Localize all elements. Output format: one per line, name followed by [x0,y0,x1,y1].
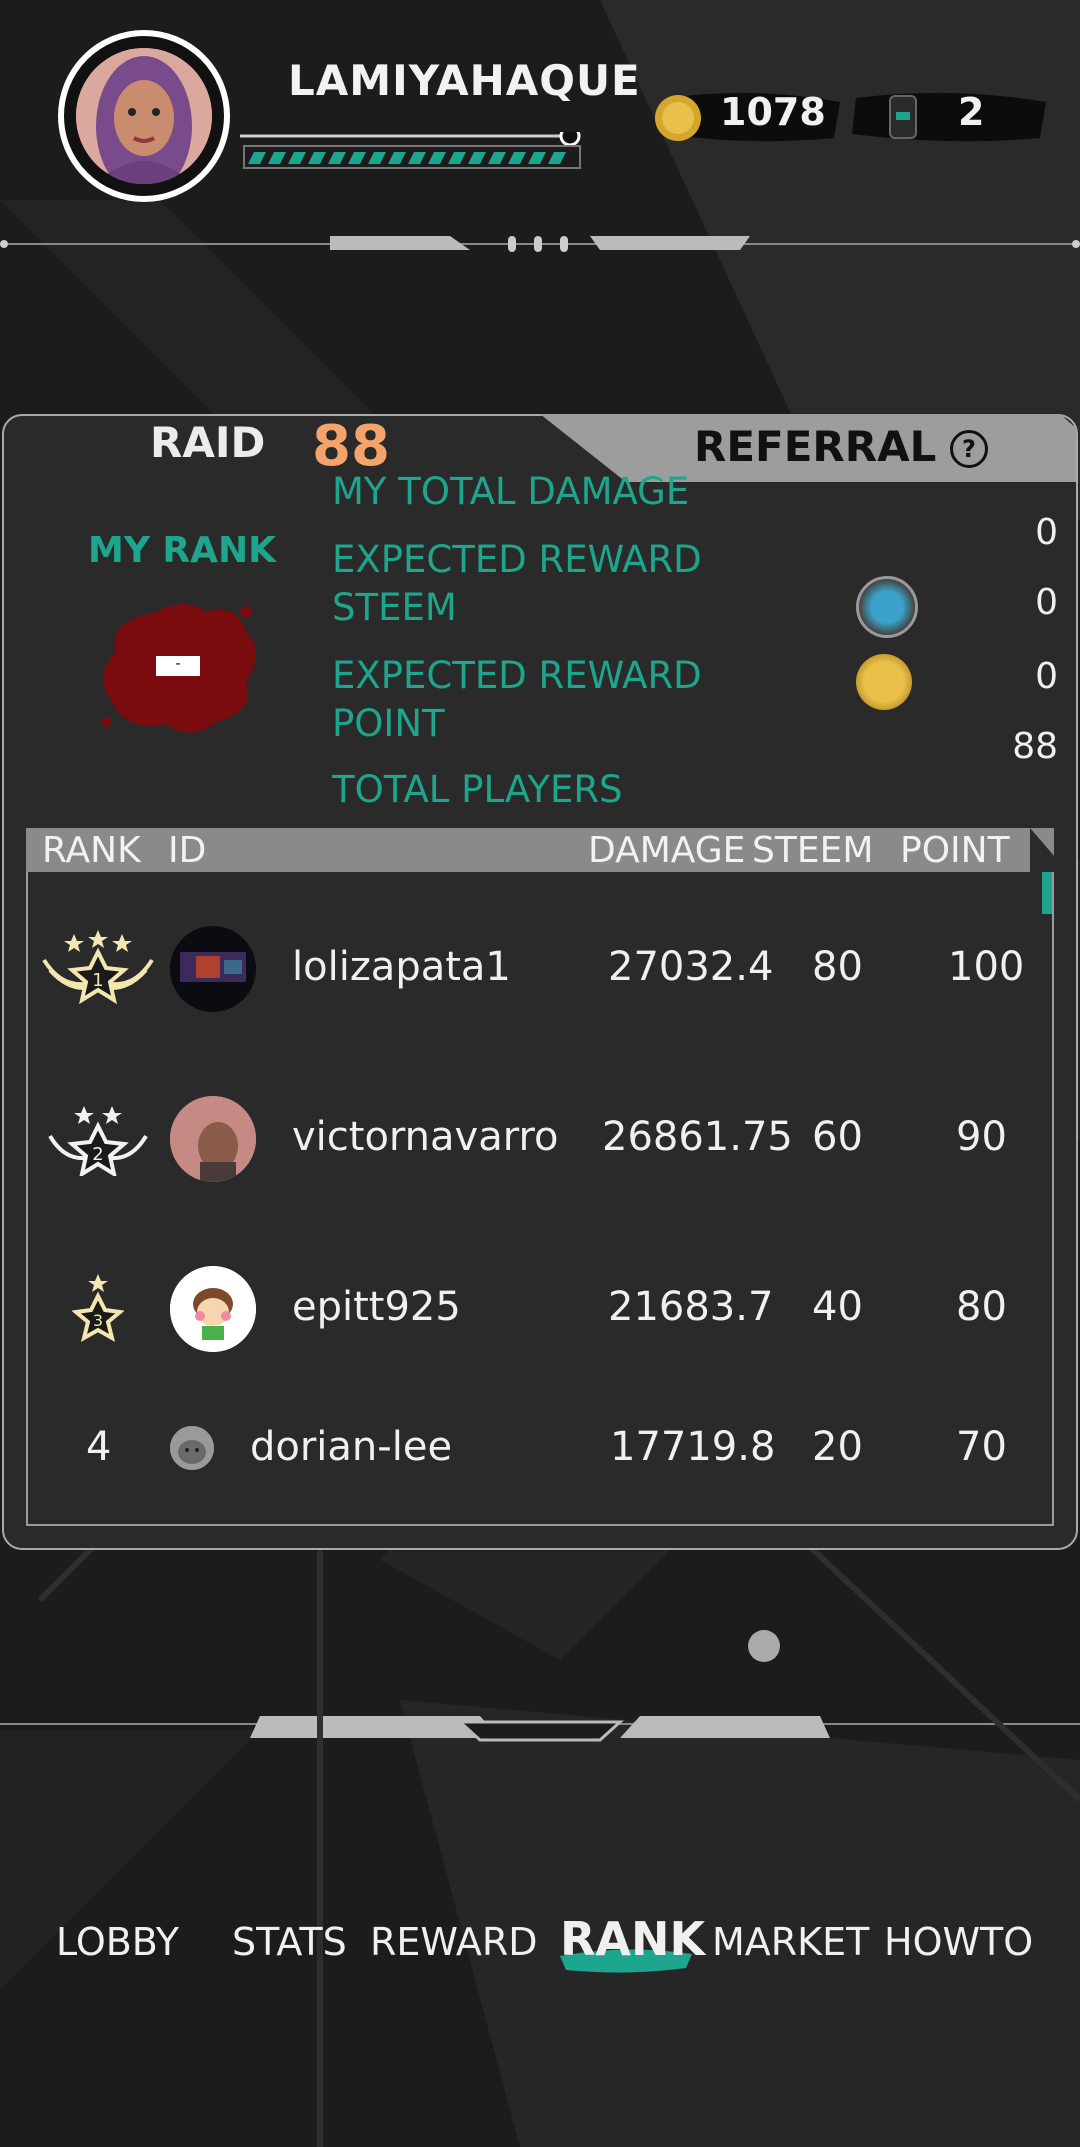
expected-steem-label: EXPECTED REWARD STEEM [332,538,702,629]
header-point[interactable]: POINT [900,830,1010,871]
steem-value: 40 [812,1284,863,1330]
expected-point-value: 0 [1035,656,1058,697]
player-id[interactable]: victornavarro [292,1114,559,1160]
header-rank[interactable]: RANK [42,830,141,871]
experience-bar [240,125,590,174]
steem-value: 20 [812,1424,863,1470]
steem-value: 80 [812,944,863,990]
avatar[interactable] [170,1096,256,1182]
player-id[interactable]: dorian-lee [250,1424,452,1470]
my-rank-label: MY RANK [88,530,277,571]
help-icon[interactable]: ? [950,430,988,468]
rank-2-badge-icon: 2 [46,1106,150,1180]
total-players-label: TOTAL PLAYERS [332,768,623,811]
coin-icon [856,654,912,710]
rank-number: 1 [92,970,103,991]
rank-1-badge-icon: 1 [40,930,156,1008]
my-total-damage-label: MY TOTAL DAMAGE [332,470,690,513]
total-players-value: 88 [1012,726,1058,767]
header-damage[interactable]: DAMAGE [588,830,745,871]
steem-icon [856,576,918,638]
nav-reward[interactable]: REWARD [370,1920,538,1964]
my-total-damage-value: 0 [1035,512,1058,553]
rank-number: 4 [86,1424,112,1470]
username: LAMIYAHAQUE [288,56,641,105]
rank-number: 3 [93,1311,103,1330]
damage-value: 26861.75 [602,1114,793,1160]
point-value: 70 [956,1424,1007,1470]
avatar[interactable] [170,926,256,1012]
expected-steem-value: 0 [1035,582,1058,623]
damage-value: 17719.8 [610,1424,776,1470]
damage-value: 21683.7 [608,1284,774,1330]
player-avatar-frame[interactable] [58,30,230,202]
nav-rank[interactable]: RANK [560,1912,705,1966]
avatar[interactable] [170,1426,214,1470]
expected-point-label: EXPECTED REWARD POINT [332,654,702,745]
nav-stats[interactable]: STATS [232,1920,347,1964]
key-count: 2 [958,90,985,134]
rank-3-badge-icon: 3 [71,1274,125,1348]
avatar[interactable] [170,1266,256,1352]
point-value: 80 [956,1284,1007,1330]
my-rank-value: - [156,656,200,676]
key-balance [850,84,1050,150]
rank-number: 2 [92,1144,103,1165]
point-value: 90 [956,1114,1007,1160]
avatar [76,48,212,184]
nav-lobby[interactable]: LOBBY [56,1920,179,1964]
header-steem[interactable]: STEEM [752,830,873,871]
coin-count: 1078 [720,90,826,134]
steem-value: 60 [812,1114,863,1160]
player-id[interactable]: epitt925 [292,1284,461,1330]
damage-value: 27032.4 [608,944,774,990]
table-scrollbar[interactable] [1042,872,1052,914]
tab-referral-label[interactable]: REFERRAL [694,422,936,471]
tab-raid[interactable]: RAID [150,418,265,467]
point-value: 100 [948,944,1025,990]
player-id[interactable]: lolizapata1 [292,944,511,990]
header-id[interactable]: ID [168,830,206,871]
nav-howto[interactable]: HOWTO [884,1920,1033,1964]
nav-market[interactable]: MARKET [712,1920,869,1964]
